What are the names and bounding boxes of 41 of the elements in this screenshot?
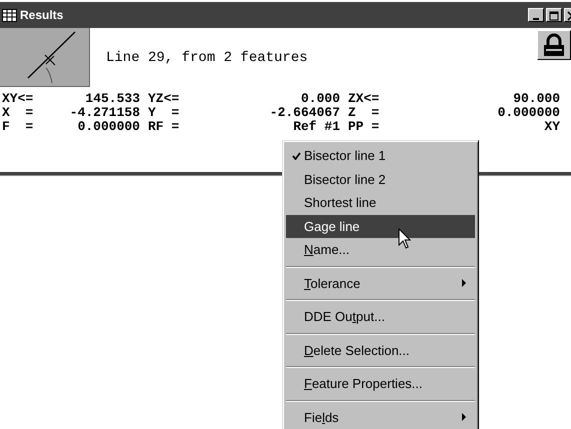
menu-item[interactable]: Bisector line 1 [286,144,475,168]
submenu-arrow-icon [462,413,467,422]
menu-item[interactable]: Fields [286,406,475,429]
menu-item[interactable]: Delete Selection... [286,338,475,362]
maximize-button[interactable] [546,8,562,22]
field-label: X = [2,106,34,120]
menu-item[interactable]: DDE Output... [286,305,475,328]
check-icon [292,152,301,160]
table-icon [2,8,17,22]
menu-item[interactable]: Gage line [286,214,475,238]
lock-button[interactable] [537,30,571,60]
field-value: 145.533 [84,92,141,106]
menu-item[interactable]: Name... [286,238,475,262]
menu-item[interactable]: Tolerance [286,272,475,295]
field-value: Ref #1 [292,120,341,134]
field-label: PP = [348,120,380,134]
menu-item[interactable]: Bisector line 2 [286,168,475,191]
maximize-icon [549,11,559,21]
field-value: 0.000000 [76,120,141,134]
field-value: 0.000 [300,92,341,106]
field-label: Y = [148,106,180,120]
field-value: 90.000 [512,92,561,106]
mouse-pointer-icon [398,228,412,250]
field-value: -4.271158 [68,106,141,120]
field-label: Z = [348,106,380,120]
field-label: RF = [148,120,180,134]
field-value: 0.000000 [496,106,561,120]
window-title: Results [20,8,64,22]
field-label: XY<= [2,92,34,106]
menu-item[interactable]: Feature Properties... [286,372,475,396]
minimize-icon [532,15,540,21]
feature-heading: Line 29, from 2 features [106,50,308,66]
field-label: ZX<= [348,92,380,106]
field-value: XY [543,120,561,134]
submenu-arrow-icon [462,279,467,288]
field-label: YZ<= [148,92,180,106]
line-feature-icon [0,28,90,87]
menu-item[interactable]: Shortest line [286,191,475,214]
field-value: -2.664067 [268,106,341,120]
field-label: F = [2,120,34,134]
minimize-button[interactable] [528,8,544,22]
